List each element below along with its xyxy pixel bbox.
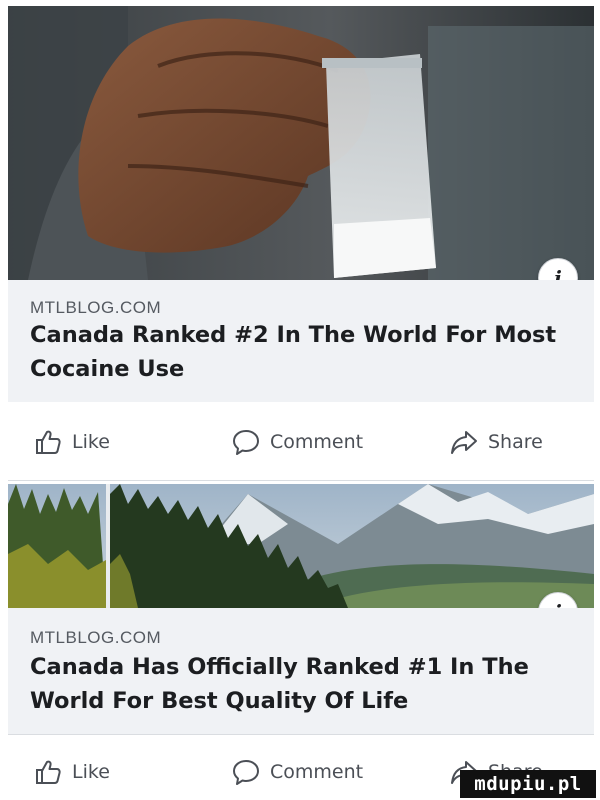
post-1-action-bar: Like Comment Share bbox=[0, 422, 600, 462]
post-2-domain: MTLBLOG.COM bbox=[30, 628, 162, 647]
post-2-headline[interactable]: Canada Has Officially Ranked #1 In The W… bbox=[30, 650, 578, 718]
share-arrow-icon bbox=[451, 431, 477, 454]
hand-holding-bag-photo bbox=[8, 6, 594, 280]
thumbs-up-icon bbox=[36, 760, 61, 784]
like-label: Like bbox=[72, 431, 110, 453]
thumbs-up-icon bbox=[36, 430, 61, 454]
site-watermark: mdupiu.pl bbox=[460, 770, 596, 798]
post-1-image[interactable] bbox=[8, 6, 594, 280]
post-2-image[interactable] bbox=[8, 484, 594, 608]
comment-label: Comment bbox=[270, 761, 364, 783]
comment-label: Comment bbox=[270, 431, 364, 453]
like-label: Like bbox=[72, 761, 110, 783]
post-1-headline[interactable]: Canada Ranked #2 In The World For Most C… bbox=[30, 318, 578, 386]
comment-bubble-icon bbox=[233, 760, 259, 785]
like-button[interactable]: Like bbox=[34, 752, 110, 792]
comment-bubble-icon bbox=[233, 430, 259, 455]
share-button[interactable]: Share bbox=[450, 422, 543, 462]
comment-button[interactable]: Comment bbox=[232, 422, 363, 462]
post-separator bbox=[8, 480, 594, 481]
comment-button[interactable]: Comment bbox=[232, 752, 363, 792]
post-1-domain: MTLBLOG.COM bbox=[30, 298, 162, 317]
post-separator bbox=[8, 734, 594, 735]
post-1-link-preview[interactable]: MTLBLOG.COM Canada Ranked #2 In The Worl… bbox=[8, 280, 594, 402]
like-button[interactable]: Like bbox=[34, 422, 110, 462]
post-2-link-preview[interactable]: MTLBLOG.COM Canada Has Officially Ranked… bbox=[8, 608, 594, 734]
mountain-forest-landscape-photo bbox=[8, 484, 594, 608]
share-label: Share bbox=[488, 431, 543, 453]
